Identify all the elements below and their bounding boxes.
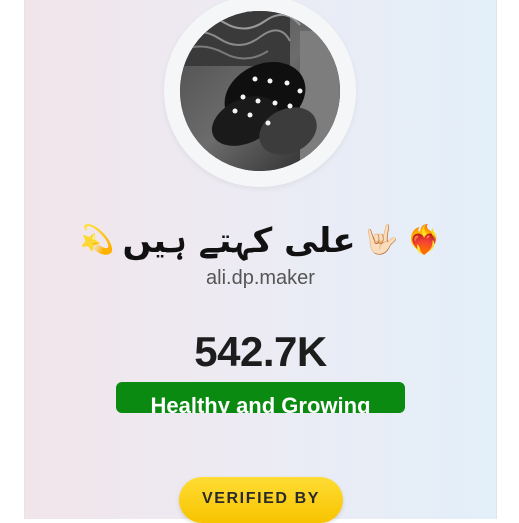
verified-by-label: VERIFIED BY	[201, 490, 321, 507]
verified-by-button[interactable]: VERIFIED BY	[179, 477, 343, 523]
follower-count: 542.7K	[194, 328, 327, 375]
username: ali.dp.maker	[206, 267, 315, 289]
love-you-gesture-emoji-icon: 🤟🏻	[363, 223, 399, 256]
profile-card: 💫 علی کہتے ہیں 🤟🏻 ❤️‍🔥 ali.dp.maker 542.…	[24, 0, 497, 523]
avatar[interactable]	[180, 11, 340, 171]
display-name-text: علی کہتے ہیں	[122, 220, 356, 261]
health-status-badge: Healthy and Growing	[116, 382, 405, 413]
health-status-label: Healthy and Growing	[150, 393, 371, 414]
profile-photo-icon	[180, 11, 340, 171]
heart-on-fire-emoji-icon: ❤️‍🔥	[406, 223, 442, 256]
avatar-ring	[164, 0, 356, 187]
dizzy-emoji-icon: 💫	[79, 223, 115, 256]
display-name: 💫 علی کہتے ہیں 🤟🏻 ❤️‍🔥	[25, 215, 496, 265]
